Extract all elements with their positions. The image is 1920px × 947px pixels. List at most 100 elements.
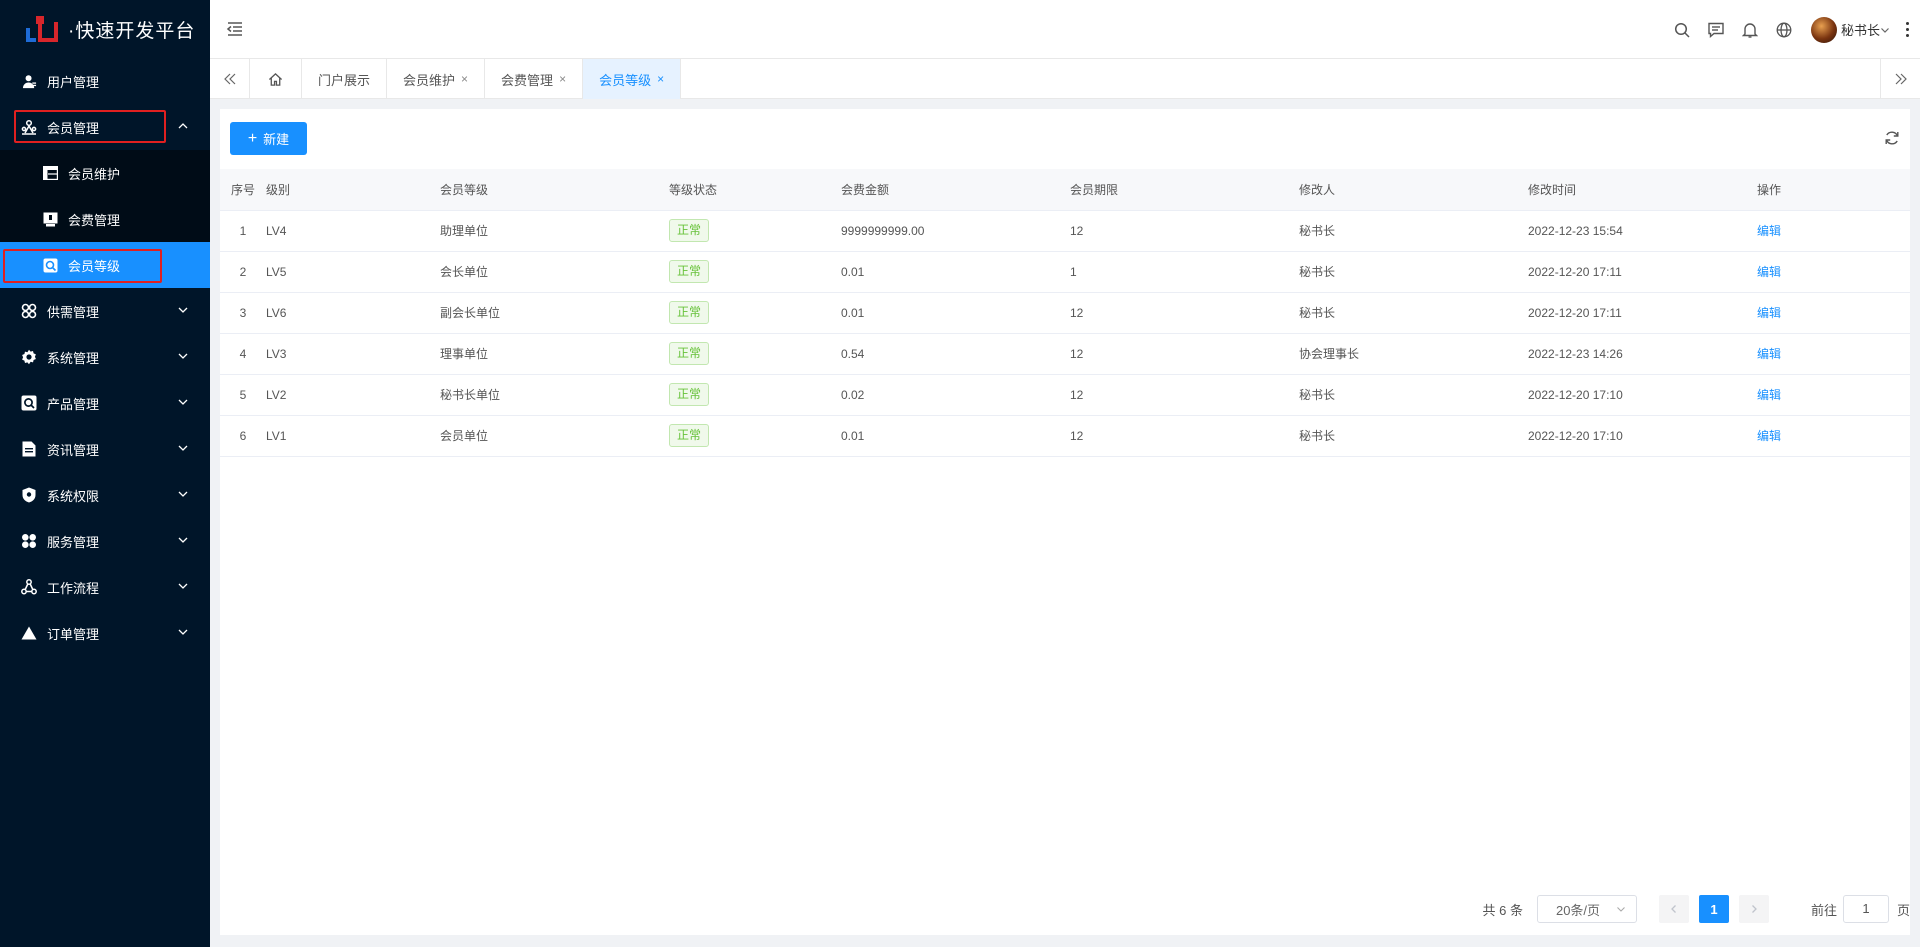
chevron-down-icon[interactable] xyxy=(1880,25,1890,35)
column-header: 会费金额 xyxy=(841,169,1070,211)
chevron-down-icon xyxy=(1617,907,1625,912)
table-row: 3 LV6 副会长单位 正常 0.01 12 秘书长 2022-12-20 17… xyxy=(220,292,1910,334)
menu-fold-icon[interactable] xyxy=(226,20,244,38)
cell-modifier: 协会理事长 xyxy=(1299,333,1528,375)
sidebar-item-member-level[interactable]: 会员等级 xyxy=(0,242,210,288)
column-header: 序号 xyxy=(220,169,266,211)
cell-actions: 编辑 xyxy=(1757,415,1910,457)
edit-link[interactable]: 编辑 xyxy=(1757,347,1781,361)
plus-icon: + xyxy=(247,129,258,147)
cell-status: 正常 xyxy=(669,333,841,375)
chevron-left-icon xyxy=(1671,905,1676,913)
cell-fee-amount: 0.01 xyxy=(841,251,1070,293)
message-icon[interactable] xyxy=(1699,22,1733,38)
cell-index: 5 xyxy=(220,374,266,416)
tab-member-level[interactable]: 会员等级 × xyxy=(583,59,682,99)
tab-label: 会员等级 xyxy=(599,72,652,88)
cell-member-grade: 会员单位 xyxy=(440,415,669,457)
sidebar-item-workflow[interactable]: 工作流程 xyxy=(0,564,210,610)
edit-link[interactable]: 编辑 xyxy=(1757,224,1781,238)
cell-modified-time: 2022-12-23 14:26 xyxy=(1528,333,1757,375)
tabs-scroll-left-button[interactable] xyxy=(210,59,250,99)
status-badge: 正常 xyxy=(669,301,710,324)
sidebar-item-label: 会费管理 xyxy=(68,212,121,228)
edit-link[interactable]: 编辑 xyxy=(1757,429,1781,443)
member-submenu: 会员维护 会费管理 会员等级 xyxy=(0,150,210,288)
sidebar-item-label: 资讯管理 xyxy=(47,442,100,458)
sidebar-item-news-management[interactable]: 资讯管理 xyxy=(0,426,210,472)
status-badge: 正常 xyxy=(669,383,710,406)
sidebar-item-label: 用户管理 xyxy=(47,74,100,90)
double-chevron-right-icon xyxy=(1895,73,1907,85)
new-button[interactable]: + 新建 xyxy=(230,122,307,155)
double-chevron-left-icon xyxy=(223,73,235,85)
page-number-button[interactable]: 1 xyxy=(1698,895,1729,923)
search-icon[interactable] xyxy=(1665,22,1699,38)
shield-icon xyxy=(21,487,37,503)
cell-actions: 编辑 xyxy=(1757,374,1910,416)
edit-link[interactable]: 编辑 xyxy=(1757,306,1781,320)
prev-page-button[interactable] xyxy=(1658,895,1689,923)
page-size-select[interactable]: 20条/页 xyxy=(1536,895,1637,923)
sidebar-item-user-management[interactable]: 用户管理 xyxy=(0,58,210,104)
sidebar-item-system-permission[interactable]: 系统权限 xyxy=(0,472,210,518)
cell-level: LV1 xyxy=(266,415,440,457)
sidebar-item-product-management[interactable]: 产品管理 xyxy=(0,380,210,426)
sidebar-item-supply-demand[interactable]: 供需管理 xyxy=(0,288,210,334)
cell-member-grade: 助理单位 xyxy=(440,210,669,252)
column-header: 修改时间 xyxy=(1528,169,1757,211)
more-vertical-icon[interactable] xyxy=(1904,22,1910,37)
tab-label: 会员维护 xyxy=(403,72,456,88)
clover-icon xyxy=(21,303,37,319)
sidebar-item-fee-management[interactable]: 会费管理 xyxy=(0,196,210,242)
cell-index: 3 xyxy=(220,292,266,334)
sidebar-item-label: 会员管理 xyxy=(47,120,100,136)
column-header: 等级状态 xyxy=(669,169,841,211)
cell-modifier: 秘书长 xyxy=(1299,374,1528,416)
sidebar-item-member-management[interactable]: 会员管理 xyxy=(0,104,210,150)
goto-page-input[interactable]: 1 xyxy=(1842,895,1889,923)
cell-status: 正常 xyxy=(669,251,841,293)
refresh-icon[interactable] xyxy=(1884,130,1900,146)
close-icon[interactable]: × xyxy=(559,72,566,86)
sidebar-item-order-management[interactable]: 订单管理 xyxy=(0,610,210,656)
sidebar-item-service-management[interactable]: 服务管理 xyxy=(0,518,210,564)
close-icon[interactable]: × xyxy=(657,72,664,86)
chevron-down-icon xyxy=(178,629,188,635)
goto-label: 前往 xyxy=(1810,902,1837,918)
edit-link[interactable]: 编辑 xyxy=(1757,388,1781,402)
tab-member-maintenance[interactable]: 会员维护 × xyxy=(387,59,486,99)
cell-modified-time: 2022-12-20 17:10 xyxy=(1528,415,1757,457)
pagination-total: 共 6 条 xyxy=(1482,902,1523,918)
chevron-down-icon xyxy=(178,399,188,405)
cell-term: 12 xyxy=(1070,374,1299,416)
member-level-table: 序号 级别 会员等级 等级状态 会费金额 会员期限 修改人 修改时间 操作 1 … xyxy=(220,169,1910,457)
tab-portal-display[interactable]: 门户展示 xyxy=(302,59,388,99)
cell-modifier: 秘书长 xyxy=(1299,251,1528,293)
globe-icon[interactable] xyxy=(1767,22,1801,38)
next-page-button[interactable] xyxy=(1738,895,1769,923)
app-title: ·快速开发平台 xyxy=(68,20,196,42)
cell-member-grade: 会长单位 xyxy=(440,251,669,293)
table-icon xyxy=(42,165,58,181)
chevron-down-icon xyxy=(178,307,188,313)
sidebar-item-member-maintenance[interactable]: 会员维护 xyxy=(0,150,210,196)
sidebar-item-label: 订单管理 xyxy=(47,626,100,642)
tab-home[interactable] xyxy=(250,59,302,99)
avatar[interactable] xyxy=(1810,16,1837,43)
tabs-scroll-right-button[interactable] xyxy=(1880,59,1920,99)
sidebar-item-system-management[interactable]: 系统管理 xyxy=(0,334,210,380)
cell-index: 4 xyxy=(220,333,266,375)
sidebar-item-label: 工作流程 xyxy=(47,580,100,596)
level-icon xyxy=(42,257,58,273)
tab-fee-management[interactable]: 会费管理 × xyxy=(485,59,584,99)
status-badge: 正常 xyxy=(669,424,710,447)
chevron-down-icon xyxy=(178,353,188,359)
cell-modified-time: 2022-12-20 17:11 xyxy=(1528,251,1757,293)
user-name[interactable]: 秘书长 xyxy=(1841,20,1880,39)
close-icon[interactable]: × xyxy=(461,72,468,86)
status-badge: 正常 xyxy=(669,342,710,365)
bell-icon[interactable] xyxy=(1733,22,1767,38)
main-content: + 新建 序号 级别 会员等级 等级状态 会费金额 会员期限 修改人 修改时间 … xyxy=(220,109,1910,935)
edit-link[interactable]: 编辑 xyxy=(1757,265,1781,279)
